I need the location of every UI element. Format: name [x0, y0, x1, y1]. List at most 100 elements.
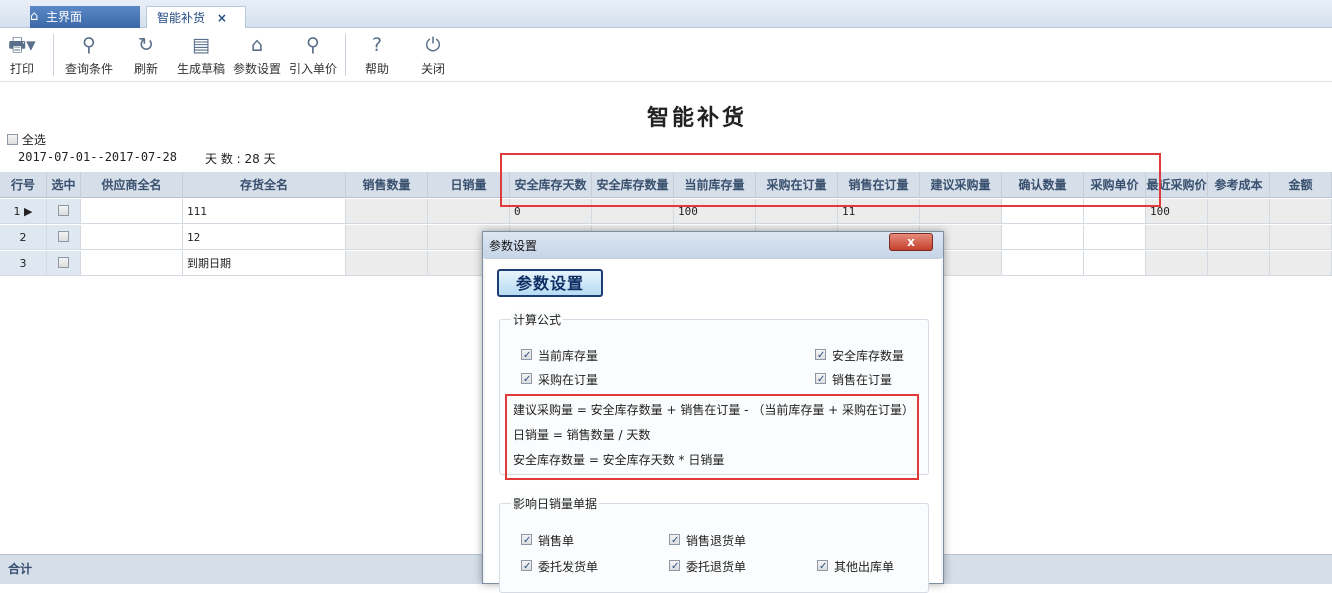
column-header-item-name[interactable]: 存货全名 — [183, 172, 346, 198]
cell-supplier — [81, 199, 183, 224]
cell-reference-cost — [1208, 225, 1270, 250]
column-header-sales-qty[interactable]: 销售数量 — [346, 172, 428, 198]
column-header-reference-cost[interactable]: 参考成本 — [1208, 172, 1270, 198]
param-settings-label: 参数设置 — [232, 62, 281, 76]
dialog-close-button[interactable]: x — [889, 233, 933, 251]
option-current-stock[interactable]: 当前库存量 — [521, 347, 598, 364]
highlight-box-formulas — [505, 394, 919, 480]
cell-amount — [1270, 251, 1332, 276]
highlight-box-columns — [500, 153, 1161, 207]
import-price-label: 引入单价 — [288, 62, 337, 76]
page-title: 智能补货 — [646, 106, 747, 131]
checkbox-icon — [521, 534, 532, 545]
tab-home[interactable]: ⌂ 主界面 — [30, 6, 140, 28]
toolbar-divider — [53, 34, 54, 76]
docs-group-title: 影响日销量单据 — [511, 495, 600, 512]
checkbox-icon — [521, 373, 532, 384]
checkbox-icon — [58, 257, 69, 268]
option-sales-on-order[interactable]: 销售在订量 — [815, 371, 892, 388]
cell-supplier — [81, 225, 183, 250]
column-header-row-no[interactable]: 行号 — [0, 172, 47, 198]
select-all-checkbox[interactable]: 全选 — [7, 131, 46, 148]
dialog-heading: 参数设置 — [497, 269, 603, 297]
cell-confirm-qty[interactable] — [1002, 225, 1084, 250]
column-header-selected[interactable]: 选中 — [47, 172, 81, 198]
option-label: 其他出库单 — [834, 560, 895, 574]
tab-home-label: 主界面 — [46, 10, 83, 24]
cell-sales-qty — [346, 251, 428, 276]
param-settings-dialog: 参数设置 x 参数设置 计算公式 当前库存量 安全库存数量 采购在订量 销售在订… — [482, 231, 944, 593]
column-header-daily-sales[interactable]: 日销量 — [428, 172, 510, 198]
row-number: 1 ▶ — [0, 199, 47, 224]
option-sales-return[interactable]: 销售退货单 — [669, 532, 746, 549]
option-label: 委托发货单 — [538, 560, 599, 574]
checkbox-icon — [521, 560, 532, 571]
option-consign-delivery[interactable]: 委托发货单 — [521, 558, 598, 575]
dialog-body: 参数设置 计算公式 当前库存量 安全库存数量 采购在订量 销售在订量 建议采购量… — [485, 258, 941, 593]
cell-sales-qty — [346, 225, 428, 250]
row-select-checkbox[interactable] — [47, 225, 81, 250]
help-label: 帮助 — [364, 62, 389, 76]
cell-item-name: 到期日期 — [183, 251, 346, 276]
checkbox-icon — [58, 205, 69, 216]
power-icon: ⏻ — [425, 34, 441, 56]
checkbox-icon — [669, 560, 680, 571]
cell-purchase-price — [1084, 251, 1146, 276]
home-icon: ⌂ — [30, 9, 39, 24]
help-icon: ? — [371, 34, 383, 56]
print-button[interactable]: 🖶▾ 打印 — [4, 32, 40, 77]
import-price-button[interactable]: ⚲ 引入单价 — [286, 32, 340, 77]
checkbox-icon — [669, 534, 680, 545]
option-safety-stock[interactable]: 安全库存数量 — [815, 347, 904, 364]
option-sales-order[interactable]: 销售单 — [521, 532, 574, 549]
row-select-checkbox[interactable] — [47, 251, 81, 276]
option-label: 采购在订量 — [538, 373, 599, 387]
cell-confirm-qty[interactable] — [1002, 251, 1084, 276]
checkbox-icon — [7, 134, 18, 145]
close-button[interactable]: ⏻ 关闭 — [414, 32, 452, 77]
option-consign-return[interactable]: 委托退货单 — [669, 558, 746, 575]
generate-draft-label: 生成草稿 — [176, 62, 225, 76]
day-count: 天 数 : 28 天 — [205, 152, 276, 166]
checkbox-icon — [815, 349, 826, 360]
column-header-supplier[interactable]: 供应商全名 — [81, 172, 183, 198]
option-other-outbound[interactable]: 其他出库单 — [817, 558, 894, 575]
toolbar-divider — [345, 34, 346, 76]
search-icon: ⚲ — [82, 34, 96, 56]
param-settings-button[interactable]: ⌂ 参数设置 — [230, 32, 284, 77]
house-icon: ⌂ — [250, 34, 264, 56]
close-label: 关闭 — [420, 62, 445, 76]
option-label: 销售单 — [538, 534, 575, 548]
select-all-label: 全选 — [21, 133, 46, 147]
option-label: 销售在订量 — [832, 373, 893, 387]
refresh-button[interactable]: ↻ 刷新 — [126, 32, 166, 77]
print-label: 打印 — [9, 62, 34, 76]
cell-amount — [1270, 225, 1332, 250]
option-purchase-on-order[interactable]: 采购在订量 — [521, 371, 598, 388]
query-button[interactable]: ⚲ 查询条件 — [60, 32, 118, 77]
cell-amount — [1270, 199, 1332, 224]
refresh-label: 刷新 — [133, 62, 158, 76]
row-number: 2 — [0, 225, 47, 250]
option-label: 当前库存量 — [538, 349, 599, 363]
generate-draft-button[interactable]: ▤ 生成草稿 — [174, 32, 228, 77]
toolbar: 🖶▾ 打印 ⚲ 查询条件 ↻ 刷新 ▤ 生成草稿 ⌂ 参数设置 ⚲ 引入单价 ?… — [0, 28, 1332, 82]
tab-smart-replenish-label: 智能补货 — [157, 11, 206, 25]
query-label: 查询条件 — [64, 62, 113, 76]
tab-close-icon[interactable]: × — [217, 11, 227, 25]
column-header-amount[interactable]: 金额 — [1270, 172, 1332, 198]
refresh-icon: ↻ — [138, 34, 154, 56]
cell-item-name: 111 — [183, 199, 346, 224]
cell-recent-price — [1146, 225, 1208, 250]
checkbox-icon — [58, 231, 69, 242]
date-range: 2017-07-01--2017-07-28 — [18, 150, 177, 164]
help-button[interactable]: ? 帮助 — [358, 32, 396, 77]
cell-reference-cost — [1208, 199, 1270, 224]
tab-smart-replenish[interactable]: 智能补货 × — [146, 6, 246, 28]
cell-recent-price — [1146, 251, 1208, 276]
option-label: 安全库存数量 — [832, 349, 905, 363]
cell-reference-cost — [1208, 251, 1270, 276]
row-select-checkbox[interactable] — [47, 199, 81, 224]
printer-icon: 🖶▾ — [8, 34, 36, 56]
search-icon: ⚲ — [306, 34, 320, 56]
